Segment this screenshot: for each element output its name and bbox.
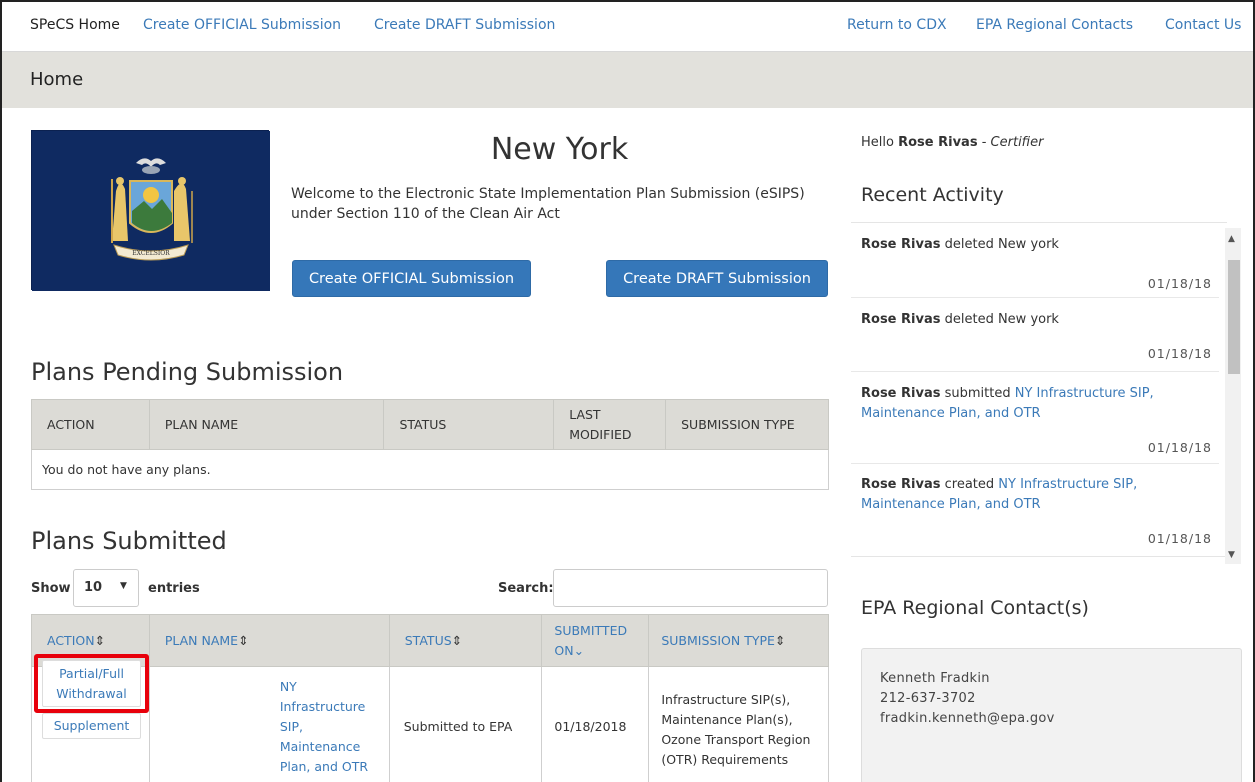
state-name: New York [490,132,629,167]
contact-card: Kenneth Fradkin 212-637-3702 fradkin.ken… [861,648,1242,782]
nav-create-draft[interactable]: Create DRAFT Submission [374,17,555,33]
row-submitted-on: 01/18/2018 [541,666,650,782]
state-flag: EXCELSIOR [31,130,270,291]
sort-icon: ⇕ [238,633,249,648]
top-nav: SPeCS Home Create OFFICIAL Submission Cr… [2,2,1253,51]
create-draft-button[interactable]: Create DRAFT Submission [606,260,828,297]
nav-create-official[interactable]: Create OFFICIAL Submission [143,17,341,33]
nav-contact-us[interactable]: Contact Us [1165,17,1241,33]
table-controls: Show 10 ▼ entries Search: [31,569,829,609]
activity-date: 01/18/18 [1147,440,1212,455]
contact-name: Kenneth Fradkin [880,671,990,686]
nav-return-cdx[interactable]: Return to CDX [847,17,947,33]
row-submission-type: Infrastructure SIP(s), Maintenance Plan(… [648,666,829,782]
sort-icon: ⇕ [774,633,786,648]
highlight-box [34,654,149,713]
pending-empty-message: You do not have any plans. [31,449,829,490]
activity-list: Rose Rivas deleted New york 01/18/18 Ros… [851,222,1227,557]
pending-header-row: ACTION PLAN NAME STATUS LAST MODIFIED SU… [31,399,829,450]
show-label: Show [31,581,71,596]
table-row: NY Infrastructure SIP, Maintenance Plan,… [31,666,829,782]
header-bar: Home [2,51,1253,108]
chevron-down-icon: ▼ [120,581,127,591]
submitted-col-status[interactable]: STATUS⇕ [388,614,543,667]
pending-col-submission-type: SUBMISSION TYPE [665,399,829,450]
submitted-title: Plans Submitted [31,527,227,555]
pending-col-action: ACTION [31,399,150,450]
scroll-down-icon[interactable]: ▼ [1228,550,1235,560]
entries-select[interactable]: 10 ▼ [73,569,139,607]
list-item: Rose Rivas deleted New york [861,312,1059,327]
submitted-header-row: ACTION⇕ PLAN NAME⇕ STATUS⇕ SUBMITTED ON⌄… [31,614,829,667]
scroll-up-icon[interactable]: ▲ [1228,234,1235,244]
list-item: Rose Rivas deleted New york [861,237,1059,252]
welcome-text: Welcome to the Electronic State Implemen… [291,186,805,222]
pending-empty-row: You do not have any plans. [31,449,829,490]
submitted-table: ACTION⇕ PLAN NAME⇕ STATUS⇕ SUBMITTED ON⌄… [31,614,829,782]
user-greeting: Hello Rose Rivas - Certifier [861,135,1044,150]
page-title: Home [30,69,84,90]
pending-col-plan-name: PLAN NAME [148,399,385,450]
contacts-title: EPA Regional Contact(s) [861,597,1089,619]
search-input[interactable] [553,569,828,607]
entries-label: entries [148,581,200,596]
supplement-button[interactable]: Supplement [42,713,141,739]
activity-date: 01/18/18 [1147,276,1212,291]
nav-specs-home[interactable]: SPeCS Home [30,17,120,33]
sort-icon: ⇕ [94,633,106,648]
pending-col-status: STATUS [383,399,555,450]
create-official-button[interactable]: Create OFFICIAL Submission [292,260,531,297]
user-role: Certifier [990,135,1044,150]
nav-regional-contacts[interactable]: EPA Regional Contacts [976,17,1133,33]
activity-date: 01/18/18 [1147,531,1212,546]
list-item: Rose Rivas submitted NY Infrastructure S… [861,386,1154,421]
page-frame: SPeCS Home Create OFFICIAL Submission Cr… [0,0,1255,782]
row-status: Submitted to EPA [388,666,543,782]
activity-date: 01/18/18 [1147,346,1212,361]
row-plan-name[interactable]: NY Infrastructure SIP, Maintenance Plan,… [148,666,390,782]
sort-icon: ⇕ [451,633,463,648]
recent-activity-title: Recent Activity [861,184,1004,206]
svg-text:EXCELSIOR: EXCELSIOR [132,250,170,257]
user-name: Rose Rivas [898,135,978,150]
contact-phone: 212-637-3702 [880,691,976,706]
submitted-col-plan-name[interactable]: PLAN NAME⇕ [148,614,390,667]
pending-title: Plans Pending Submission [31,358,344,386]
list-item: Rose Rivas created NY Infrastructure SIP… [861,477,1138,512]
contact-email[interactable]: fradkin.kenneth@epa.gov [880,711,1055,726]
search-label: Search: [498,581,554,596]
pending-col-last-modified: LAST MODIFIED [553,399,667,450]
submitted-col-submission-type[interactable]: SUBMISSION TYPE⇕ [648,614,829,667]
state-seal-icon: EXCELSIOR [32,131,270,291]
pending-table: ACTION PLAN NAME STATUS LAST MODIFIED SU… [31,399,829,490]
entries-value: 10 [84,580,103,595]
sort-desc-icon: ⌄ [573,642,585,658]
scrollbar-thumb[interactable] [1228,260,1240,374]
submitted-col-submitted-on[interactable]: SUBMITTED ON⌄ [541,614,650,667]
